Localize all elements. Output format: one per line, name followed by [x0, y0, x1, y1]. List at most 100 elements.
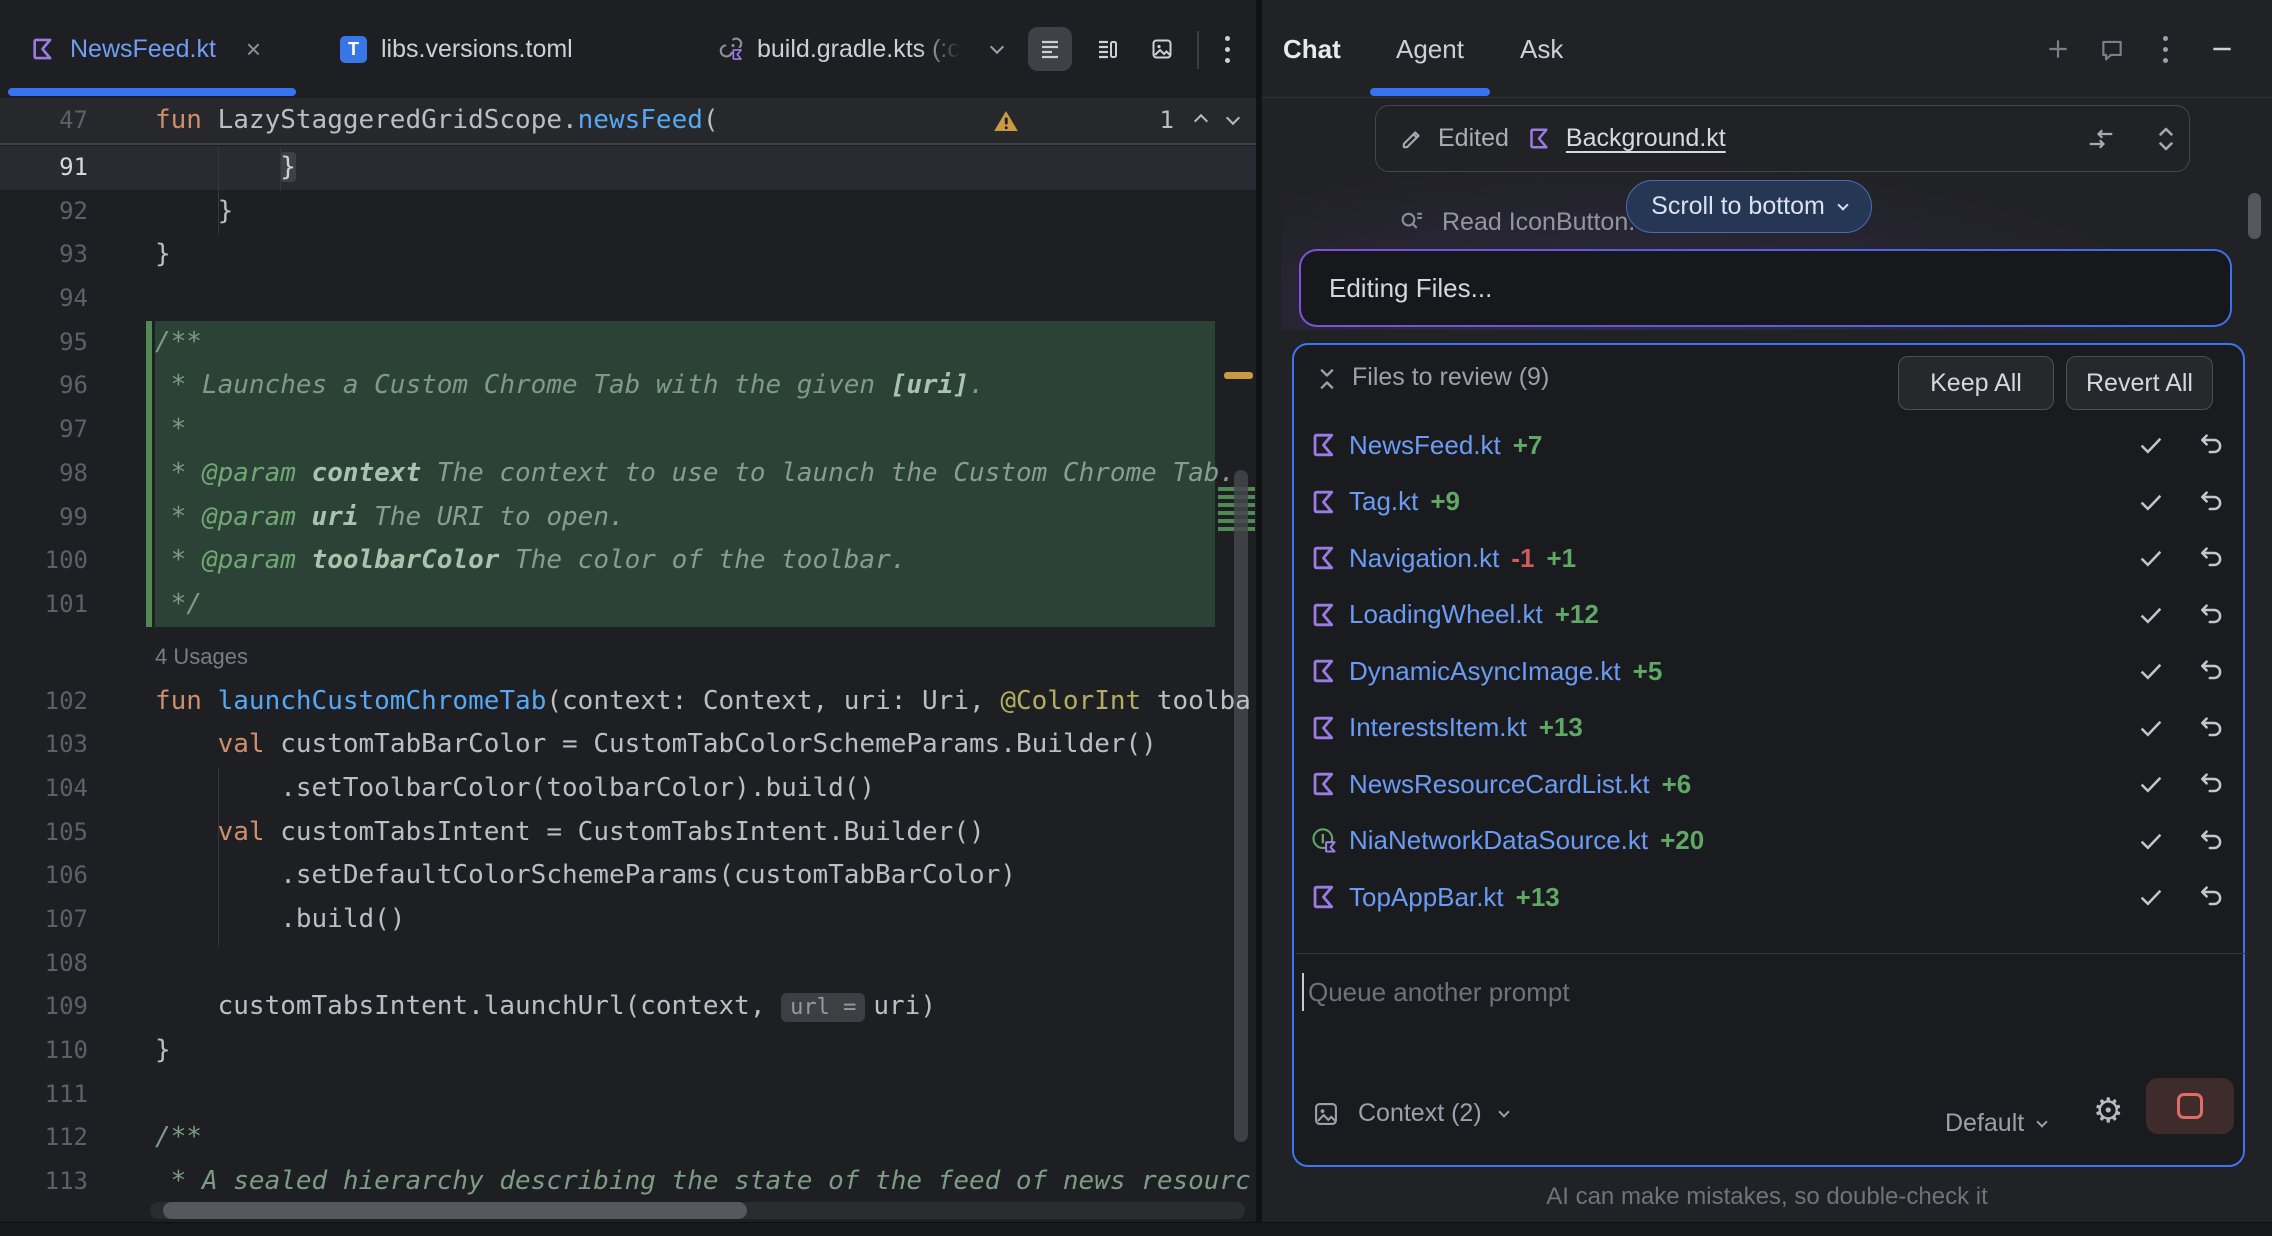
lines-added-count: +5 [1633, 656, 1663, 687]
collapse-panel-icon[interactable] [1314, 365, 1340, 393]
code-line[interactable]: 100 * @param toolbarColor The color of t… [0, 539, 1256, 583]
revert-file-undo-icon[interactable] [2196, 430, 2226, 460]
model-selector[interactable]: Default [1945, 1109, 2046, 1138]
prompt-input[interactable]: Queue another prompt [1308, 977, 1570, 1008]
code-line[interactable]: 113 * A sealed hierarchy describing the … [0, 1160, 1256, 1204]
file-name-link[interactable]: DynamicAsyncImage.kt [1349, 656, 1621, 687]
expand-collapse-icon[interactable] [2153, 124, 2179, 154]
keep-file-check-icon[interactable] [2136, 600, 2166, 630]
tab-newsfeed-kt[interactable]: NewsFeed.kt × [8, 0, 296, 98]
chat-more-options-icon[interactable] [2148, 27, 2182, 71]
revert-file-undo-icon[interactable] [2196, 882, 2226, 912]
code-line[interactable]: 94 [0, 277, 1256, 321]
keep-file-check-icon[interactable] [2136, 543, 2166, 573]
usages-inlay-hint[interactable]: 4 Usages [0, 627, 1256, 680]
code-line[interactable]: 99 * @param uri The URI to open. [0, 496, 1256, 540]
close-tab-icon[interactable]: × [246, 36, 261, 62]
file-name-link[interactable]: NewsFeed.kt [1349, 430, 1501, 461]
keep-file-check-icon[interactable] [2136, 430, 2166, 460]
line-number: 99 [0, 496, 88, 540]
code-lines[interactable]: 91 }92 }93}9495/**96 * Launches a Custom… [0, 146, 1256, 1204]
chat-history-icon[interactable] [2090, 27, 2134, 71]
file-name-link[interactable]: InterestsItem.kt [1349, 712, 1527, 743]
file-row[interactable]: NewsResourceCardList.kt +6 [1294, 756, 2243, 813]
keep-file-check-icon[interactable] [2136, 656, 2166, 686]
code-line[interactable]: 105 val customTabsIntent = CustomTabsInt… [0, 811, 1256, 855]
new-chat-icon[interactable] [2036, 27, 2080, 71]
scroll-to-bottom-label: Scroll to bottom [1651, 192, 1825, 221]
keep-file-check-icon[interactable] [2136, 826, 2166, 856]
code-line[interactable]: 98 * @param context The context to use t… [0, 452, 1256, 496]
code-line[interactable]: 104 .setToolbarColor(toolbarColor).build… [0, 767, 1256, 811]
code-line[interactable]: 106 .setDefaultColorSchemeParams(customT… [0, 854, 1256, 898]
lines-removed-count: -1 [1511, 543, 1534, 574]
minimize-panel-icon[interactable] [2200, 27, 2244, 71]
stop-button[interactable] [2146, 1078, 2234, 1134]
keep-file-check-icon[interactable] [2136, 769, 2166, 799]
code-text: */ [155, 583, 202, 627]
code-line[interactable]: 109 customTabsIntent.launchUrl(context, … [0, 985, 1256, 1029]
file-name-link[interactable]: NiaNetworkDataSource.kt [1349, 825, 1648, 856]
code-text: } [155, 233, 171, 277]
code-line[interactable]: 108 [0, 942, 1256, 986]
file-rows: NewsFeed.kt +7 Tag.kt +9 [1294, 417, 2243, 926]
revert-file-undo-icon[interactable] [2196, 600, 2226, 630]
file-name-link[interactable]: Tag.kt [1349, 486, 1418, 517]
file-row[interactable]: TopAppBar.kt +13 [1294, 869, 2243, 926]
tab-libs-versions-toml[interactable]: T libs.versions.toml [340, 0, 573, 98]
file-row[interactable]: NiaNetworkDataSource.kt +20 [1294, 813, 2243, 870]
file-row[interactable]: NewsFeed.kt +7 [1294, 417, 2243, 474]
file-name-link[interactable]: LoadingWheel.kt [1349, 599, 1543, 630]
scroll-to-bottom-button[interactable]: Scroll to bottom [1626, 180, 1872, 233]
code-line[interactable]: 93} [0, 233, 1256, 277]
context-selector[interactable]: Context (2) [1312, 1099, 1508, 1128]
revert-file-undo-icon[interactable] [2196, 826, 2226, 856]
file-name-link[interactable]: NewsResourceCardList.kt [1349, 769, 1650, 800]
editor-horizontal-scrollbar-thumb[interactable] [163, 1202, 747, 1219]
code-line[interactable]: 101 */ [0, 583, 1256, 627]
chat-scrollbar[interactable] [2248, 193, 2261, 239]
tab-ask[interactable]: Ask [1520, 0, 1563, 98]
file-name-link[interactable]: Navigation.kt [1349, 543, 1499, 574]
keep-all-button[interactable]: Keep All [1898, 356, 2054, 410]
revert-file-undo-icon[interactable] [2196, 487, 2226, 517]
revert-file-undo-icon[interactable] [2196, 656, 2226, 686]
editor-more-options-icon[interactable] [1210, 27, 1244, 71]
scrollbar-warning-mark[interactable] [1224, 372, 1253, 379]
keep-file-check-icon[interactable] [2136, 487, 2166, 517]
keep-file-check-icon[interactable] [2136, 882, 2166, 912]
file-row[interactable]: DynamicAsyncImage.kt +5 [1294, 643, 2243, 700]
code-line[interactable]: 96 * Launches a Custom Chrome Tab with t… [0, 364, 1256, 408]
sticky-code-line[interactable]: 47 fun LazyStaggeredGridScope.newsFeed( … [0, 98, 1256, 145]
tab-build-gradle-kts[interactable]: build.gradle.kts (:c [717, 0, 1002, 98]
line-number: 103 [0, 723, 88, 767]
code-line[interactable]: 103 val customTabBarColor = CustomTabCol… [0, 723, 1256, 767]
code-line[interactable]: 97 * [0, 408, 1256, 452]
previous-warning-icon[interactable] [1194, 113, 1208, 127]
file-row[interactable]: Navigation.kt -1 +1 [1294, 530, 2243, 587]
code-line[interactable]: 102fun launchCustomChromeTab(context: Co… [0, 680, 1256, 724]
code-line[interactable]: 112/** [0, 1116, 1256, 1160]
file-row[interactable]: InterestsItem.kt +13 [1294, 700, 2243, 757]
revert-file-undo-icon[interactable] [2196, 543, 2226, 573]
revert-all-button[interactable]: Revert All [2066, 356, 2213, 410]
next-warning-icon[interactable] [1226, 110, 1240, 124]
code-line[interactable]: 107 .build() [0, 898, 1256, 942]
keep-file-check-icon[interactable] [2136, 713, 2166, 743]
edited-file-link[interactable]: Background.kt [1566, 124, 1726, 153]
file-row[interactable]: LoadingWheel.kt +12 [1294, 587, 2243, 644]
jump-to-changes-icon[interactable] [2086, 124, 2116, 154]
tab-agent[interactable]: Agent [1396, 0, 1464, 98]
edited-file-card[interactable]: Edited Background.kt [1375, 105, 2190, 172]
file-row[interactable]: Tag.kt +9 [1294, 474, 2243, 531]
prompt-toolbar: Context (2) Default ⚙ [1294, 1081, 2243, 1161]
tab-chat[interactable]: Chat [1283, 0, 1341, 98]
revert-file-undo-icon[interactable] [2196, 769, 2226, 799]
settings-gear-icon[interactable]: ⚙ [2093, 1091, 2123, 1131]
file-name-link[interactable]: TopAppBar.kt [1349, 882, 1504, 913]
code-line[interactable]: 95/** [0, 321, 1256, 365]
code-line[interactable]: 110} [0, 1029, 1256, 1073]
editor-vertical-scrollbar[interactable] [1234, 470, 1248, 1142]
code-line[interactable]: 111 [0, 1073, 1256, 1117]
revert-file-undo-icon[interactable] [2196, 713, 2226, 743]
